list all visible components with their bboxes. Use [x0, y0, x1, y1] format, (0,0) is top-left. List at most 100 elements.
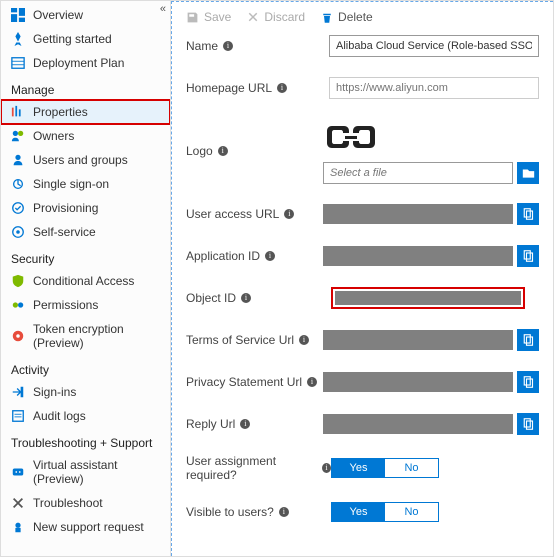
toggle-yes[interactable]: Yes — [332, 503, 385, 521]
info-icon[interactable]: i — [322, 463, 331, 473]
permissions-icon — [11, 298, 25, 312]
nav-owners[interactable]: Owners — [1, 124, 170, 148]
reply-value — [323, 414, 513, 434]
troubleshoot-icon — [11, 496, 25, 510]
info-icon[interactable]: i — [307, 377, 317, 387]
discard-button[interactable]: Discard — [247, 10, 305, 24]
assignment-toggle[interactable]: Yes No — [331, 458, 439, 478]
nav-label: Permissions — [33, 298, 98, 312]
nav-getting-started[interactable]: Getting started — [1, 27, 170, 51]
info-icon[interactable]: i — [218, 146, 228, 156]
logo-preview — [323, 118, 379, 156]
sidebar: « Overview Getting started Deployment Pl… — [1, 1, 171, 556]
info-icon[interactable]: i — [265, 251, 275, 261]
nav-label: Deployment Plan — [33, 56, 124, 70]
copy-button[interactable] — [517, 245, 539, 267]
owners-icon — [11, 129, 25, 143]
nav-audit-logs[interactable]: Audit logs — [1, 404, 170, 428]
nav-users-groups[interactable]: Users and groups — [1, 148, 170, 172]
nav-self-service[interactable]: Self-service — [1, 220, 170, 244]
nav-properties[interactable]: Properties — [1, 100, 170, 124]
section-activity: Activity — [1, 355, 170, 380]
tos-value — [323, 330, 513, 350]
info-icon[interactable]: i — [241, 293, 251, 303]
toggle-no[interactable]: No — [385, 459, 438, 477]
nav-label: Getting started — [33, 32, 112, 46]
provisioning-icon — [11, 201, 25, 215]
copy-button[interactable] — [517, 413, 539, 435]
privacy-value — [323, 372, 513, 392]
nav-label: Sign-ins — [33, 385, 76, 399]
main-panel: Save Discard Delete Namei Homepage URLi — [171, 1, 553, 556]
collapse-icon[interactable]: « — [160, 3, 166, 15]
nav-conditional-access[interactable]: Conditional Access — [1, 269, 170, 293]
info-icon[interactable]: i — [284, 209, 294, 219]
info-icon[interactable]: i — [279, 507, 289, 517]
nav-signins[interactable]: Sign-ins — [1, 380, 170, 404]
nav-label: New support request — [33, 520, 144, 534]
toggle-yes[interactable]: Yes — [332, 459, 385, 477]
nav-permissions[interactable]: Permissions — [1, 293, 170, 317]
save-button[interactable]: Save — [186, 10, 231, 24]
info-icon[interactable]: i — [223, 41, 233, 51]
toolbar: Save Discard Delete — [172, 8, 553, 34]
nav-overview[interactable]: Overview — [1, 3, 170, 27]
info-icon[interactable]: i — [277, 83, 287, 93]
delete-button[interactable]: Delete — [321, 10, 373, 24]
section-manage: Manage — [1, 75, 170, 100]
discard-icon — [247, 11, 259, 23]
nav-label: Owners — [33, 129, 74, 143]
shield-icon — [11, 274, 25, 288]
copy-button[interactable] — [517, 203, 539, 225]
info-icon[interactable]: i — [240, 419, 250, 429]
nav-token-encryption[interactable]: Token encryption (Preview) — [1, 317, 170, 355]
nav-sso[interactable]: Single sign-on — [1, 172, 170, 196]
nav-label: Troubleshoot — [33, 496, 103, 510]
section-security: Security — [1, 244, 170, 269]
privacy-label: Privacy Statement Url — [186, 375, 302, 389]
nav-troubleshoot[interactable]: Troubleshoot — [1, 491, 170, 515]
nav-label: Provisioning — [33, 201, 98, 215]
nav-label: Token encryption (Preview) — [33, 322, 162, 350]
toggle-no[interactable]: No — [385, 503, 438, 521]
users-groups-icon — [11, 153, 25, 167]
signins-icon — [11, 385, 25, 399]
copy-button[interactable] — [517, 329, 539, 351]
rocket-icon — [11, 32, 25, 46]
nav-label: Self-service — [33, 225, 96, 239]
app-id-label: Application ID — [186, 249, 260, 263]
properties-form: Namei Homepage URLi Logoi — [172, 34, 553, 524]
audit-icon — [11, 409, 25, 423]
nav-label: Single sign-on — [33, 177, 109, 191]
app-id-value — [323, 246, 513, 266]
object-id-value — [335, 291, 521, 305]
tos-label: Terms of Service Url — [186, 333, 294, 347]
self-service-icon — [11, 225, 25, 239]
nav-deployment-plan[interactable]: Deployment Plan — [1, 51, 170, 75]
object-id-highlight — [331, 287, 525, 309]
logo-file-input[interactable] — [323, 162, 513, 184]
save-icon — [186, 11, 199, 24]
nav-virtual-assistant[interactable]: Virtual assistant (Preview) — [1, 453, 170, 491]
homepage-input[interactable] — [329, 77, 539, 99]
nav-new-support[interactable]: New support request — [1, 515, 170, 539]
browse-button[interactable] — [517, 162, 539, 184]
support-icon — [11, 520, 25, 534]
visible-toggle[interactable]: Yes No — [331, 502, 439, 522]
homepage-label: Homepage URL — [186, 81, 272, 95]
nav-provisioning[interactable]: Provisioning — [1, 196, 170, 220]
info-icon[interactable]: i — [299, 335, 309, 345]
name-input[interactable] — [329, 35, 539, 57]
name-label: Name — [186, 39, 218, 53]
nav-label: Conditional Access — [33, 274, 134, 288]
user-access-label: User access URL — [186, 207, 279, 221]
token-icon — [11, 329, 25, 343]
delete-icon — [321, 11, 333, 24]
assistant-icon — [11, 465, 25, 479]
logo-label: Logo — [186, 144, 213, 158]
nav-label: Virtual assistant (Preview) — [33, 458, 162, 486]
object-id-label: Object ID — [186, 291, 236, 305]
copy-button[interactable] — [517, 371, 539, 393]
section-support: Troubleshooting + Support — [1, 428, 170, 453]
user-access-value — [323, 204, 513, 224]
